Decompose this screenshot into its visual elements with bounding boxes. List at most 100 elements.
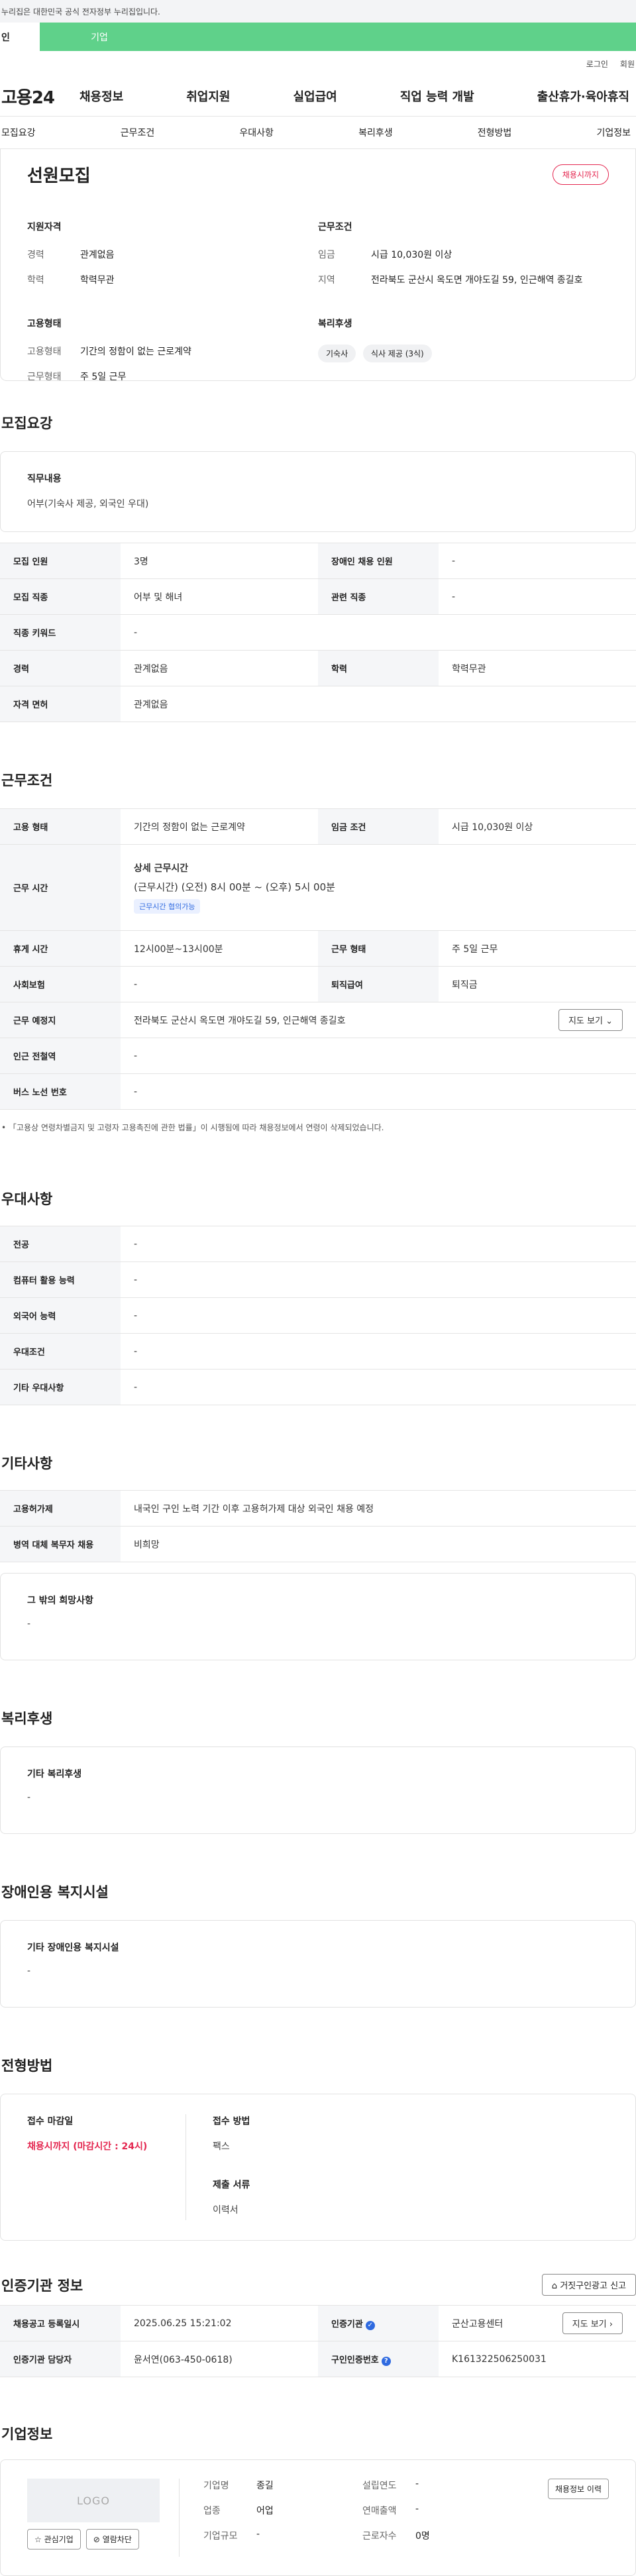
age-notice-text: 「고용상 연령차별금지 및 고령자 고용촉진에 관한 법률」이 시행됨에 따라 … <box>8 1123 384 1132</box>
cell-label: 컴퓨터 활용 능력 <box>0 1261 121 1298</box>
cell-label: 사회보험 <box>0 966 121 1002</box>
cell-label: 버스 노선 번호 <box>0 1073 121 1110</box>
cell-value: - <box>121 1369 636 1405</box>
block-view-button[interactable]: ⊘ 열람차단 <box>85 2529 139 2549</box>
cell-label: 경력 <box>0 650 121 686</box>
favorite-company-button[interactable]: ☆ 관심기업 <box>27 2529 81 2549</box>
cell-value: K161322506250031 <box>439 2341 636 2377</box>
block-icon: ⊘ <box>93 2535 100 2544</box>
table-row: 기타 우대사항 - <box>0 1369 636 1405</box>
map-view-button[interactable]: 지도 보기 ⌄ <box>558 1009 623 1031</box>
cell-label: 관련 직종 <box>318 578 439 615</box>
login-link[interactable]: 로그인 <box>586 58 608 70</box>
anchor-company[interactable]: 기업정보 <box>596 126 631 139</box>
report-label: 거짓구인광고 신고 <box>560 2281 626 2291</box>
company-logo-col: LOGO ☆ 관심기업 ⊘ 열람차단 <box>27 2479 180 2557</box>
org-cell: 군산고용센터 지도 보기 › <box>439 2305 636 2341</box>
table-row: 모집 직종 어부 및 해녀 관련 직종 - <box>0 578 636 615</box>
cell-value: 내국인 구인 노력 기간 이후 고용허가제 대상 외국인 채용 예정 <box>121 1490 636 1527</box>
welfare-heading: 복리후생 <box>318 319 352 329</box>
job-description-box: 직무내용 어부(기숙사 제공, 외국인 우대) <box>0 451 636 532</box>
table-row: 채용공고 등록일시 2025.06.25 15:21:02 인증기관 ✓ 군산고용… <box>0 2305 636 2341</box>
table-row: 휴게 시간 12시00분~13시00분 근무 형태 주 5일 근무 <box>0 930 636 967</box>
work-section-title: 근무조건 <box>1 773 53 788</box>
company-name-label: 기업명 <box>203 2481 229 2491</box>
tab-person[interactable]: 인 <box>0 23 40 51</box>
revenue-value: - <box>415 2504 419 2514</box>
docs-label: 제출 서류 <box>213 2180 250 2190</box>
table-row: 버스 노선 번호 - <box>0 1073 636 1110</box>
anchor-recruit[interactable]: 모집요강 <box>1 126 36 139</box>
anchor-work[interactable]: 근무조건 <box>121 126 155 139</box>
wage-label: 임금 <box>318 250 335 260</box>
welfare-chip: 기숙사 <box>318 345 356 362</box>
size-value: - <box>256 2529 260 2540</box>
table-row: 외국어 능력 - <box>0 1297 636 1334</box>
employment-heading: 고용형태 <box>27 319 62 329</box>
other-wishes-box: 그 밖의 희망사항 - <box>0 1573 636 1660</box>
menu-vocational-training[interactable]: 직업 능력 개발 <box>400 87 474 105</box>
disabled-text: - <box>27 1966 31 1976</box>
established-value: - <box>415 2479 419 2489</box>
career-label: 경력 <box>27 250 44 260</box>
edu-label: 학력 <box>27 275 44 286</box>
anchor-welfare[interactable]: 복리후생 <box>358 126 393 139</box>
report-fake-ad-button[interactable]: ⌂ 거짓구인광고 신고 <box>541 2274 636 2296</box>
company-box: LOGO ☆ 관심기업 ⊘ 열람차단 기업명 종길 업종 어업 기업규모 - 설립연도… <box>0 2459 636 2576</box>
cell-label: 모집 직종 <box>0 578 121 615</box>
tab-company[interactable]: 기업 <box>40 23 159 51</box>
anchor-pref[interactable]: 우대사항 <box>239 126 274 139</box>
cell-value: - <box>121 1333 636 1369</box>
age-notice: • 「고용상 연령차별금지 및 고령자 고용촉진에 관한 법률」이 시행됨에 따… <box>1 1123 384 1132</box>
established-label: 설립연도 <box>362 2481 397 2491</box>
cell-label: 장애인 채용 인원 <box>318 543 439 579</box>
cell-value: - <box>121 1073 636 1110</box>
size-label: 기업규모 <box>203 2531 238 2542</box>
check-icon: ✓ <box>365 2320 375 2330</box>
cell-label: 고용 형태 <box>0 808 121 845</box>
worktype-value: 주 5일 근무 <box>80 372 127 382</box>
menu-employment-support[interactable]: 취업지원 <box>186 87 230 105</box>
job-history-button[interactable]: 채용정보 이력 <box>547 2479 609 2499</box>
cell-label: 기타 우대사항 <box>0 1369 121 1405</box>
cell-value: 시급 10,030원 이상 <box>439 808 636 845</box>
cell-value: 퇴직금 <box>439 966 636 1002</box>
site-logo[interactable]: 고용24 <box>0 84 80 109</box>
cell-value: 3명 <box>121 543 318 579</box>
cell-value: 비희망 <box>121 1526 636 1562</box>
menu-parental-leave[interactable]: 출산휴가·육아휴직 <box>537 87 629 105</box>
table-row: 인근 전철역 - <box>0 1038 636 1074</box>
table-row: 병역 대체 복무자 채용 비희망 <box>0 1526 636 1562</box>
emptype-label: 고용형태 <box>27 347 62 357</box>
table-row: 고용 형태 기간의 정함이 없는 근로계약 임금 조건 시급 10,030원 이… <box>0 808 636 845</box>
employees-value: 0명 <box>415 2531 430 2542</box>
cell-label: 모집 인원 <box>0 543 121 579</box>
work-table: 고용 형태 기간의 정함이 없는 근로계약 임금 조건 시급 10,030원 이… <box>0 808 636 1110</box>
job-description-text: 어부(기숙사 제공, 외국인 우대) <box>27 499 149 510</box>
work-place-value: 전라북도 군산시 옥도면 개야도길 59, 인근해역 종길호 <box>134 1015 346 1026</box>
menu-jobs[interactable]: 채용정보 <box>80 87 123 105</box>
employees-label: 근로자수 <box>362 2531 397 2542</box>
cell-label: 구인인증번호? <box>318 2341 439 2377</box>
cert-table: 채용공고 등록일시 2025.06.25 15:21:02 인증기관 ✓ 군산고용… <box>0 2305 636 2377</box>
other-wishes-text: - <box>27 1619 31 1629</box>
id-label: 구인인증번호 <box>331 2355 379 2365</box>
company-section-title: 기업정보 <box>1 2426 53 2442</box>
cell-label: 직종 키워드 <box>0 614 121 651</box>
anchor-process[interactable]: 전형방법 <box>478 126 512 139</box>
cell-label: 인증기관 담당자 <box>0 2341 121 2377</box>
cert-section-title: 인증기관 정보 <box>1 2277 83 2294</box>
deadline-badge: 채용시까지 <box>552 164 609 185</box>
region-value: 전라북도 군산시 옥도면 개야도길 59, 인근해역 종길호 <box>371 275 583 286</box>
join-link[interactable]: 회원 <box>620 58 635 70</box>
deadline-col: 접수 마감일 채용시까지 (마감시간 : 24시) <box>27 2114 186 2220</box>
org-map-button[interactable]: 지도 보기 › <box>562 2312 623 2334</box>
gov-notice-bar: 누리집은 대한민국 공식 전자정부 누리집입니다. <box>0 0 636 23</box>
welfare-chip: 식사 제공 (3식) <box>362 345 432 362</box>
work-time-chip: 근무시간 협의가능 <box>134 899 201 914</box>
menu-unemployment-benefit[interactable]: 실업급여 <box>293 87 337 105</box>
table-row: 모집 인원 3명 장애인 채용 인원 - <box>0 543 636 579</box>
cell-value: - <box>121 1261 636 1298</box>
table-row: 자격 면허 관계없음 <box>0 686 636 722</box>
question-icon: ? <box>381 2356 391 2366</box>
